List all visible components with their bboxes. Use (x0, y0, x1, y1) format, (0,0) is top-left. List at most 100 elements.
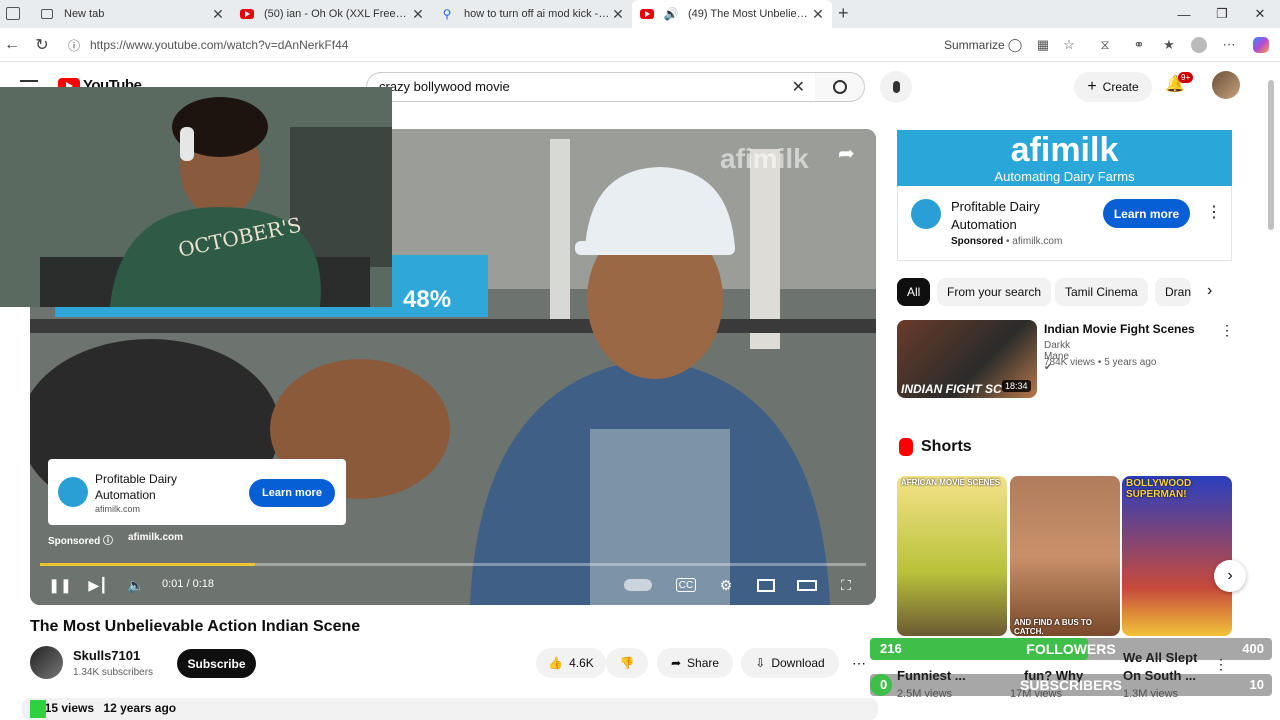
channel-name[interactable]: Skulls7101 (73, 648, 140, 663)
subscribers-label: SUBSCRIBERS (1020, 677, 1122, 693)
recommended-more-icon[interactable]: ⋮ (1220, 322, 1234, 339)
search-input[interactable]: crazy bollywood movie ✕ (366, 72, 816, 102)
streamer-webcam-overlay: OCTOBER'S (0, 87, 392, 307)
ad-banner-title: afimilk (1010, 131, 1119, 169)
short-item[interactable]: AND FIND A BUS TO CATCH. (1010, 476, 1120, 636)
browser-tab-bar: New tab ✕ (50) ian - Oh Ok (XXL Freestyl… (0, 0, 1280, 28)
close-icon[interactable]: ✕ (210, 6, 226, 23)
clear-search-icon[interactable]: ✕ (792, 77, 805, 97)
more-actions-icon[interactable]: ⋯ (852, 655, 866, 672)
dislike-button[interactable]: 👎 (606, 648, 648, 678)
download-button[interactable]: ⇩ Download (741, 648, 839, 678)
thumbs-down-icon: 👎 (619, 656, 635, 670)
shorts-next-button[interactable]: › (1214, 560, 1246, 592)
chip-all[interactable]: All (897, 278, 931, 306)
refresh-icon[interactable]: ↻ (30, 33, 54, 57)
voice-search-button[interactable] (880, 71, 912, 103)
sidebar-ad-more-icon[interactable]: ⋮ (1206, 202, 1222, 222)
sponsored-label: Sponsored ⓘ (48, 532, 113, 547)
copilot-icon[interactable] (1252, 36, 1270, 54)
autoplay-toggle[interactable] (622, 575, 654, 595)
restore-icon[interactable]: ❐ (1202, 0, 1242, 28)
new-tab-button[interactable]: + (838, 3, 849, 24)
subscribe-button[interactable]: Subscribe (177, 649, 256, 678)
channel-subscriber-count: 1.34K subscribers (73, 667, 154, 678)
tab-label: (49) The Most Unbelievable (688, 8, 810, 20)
pause-icon[interactable]: ❚❚ (48, 575, 71, 595)
favorites-icon[interactable]: ★ (1160, 36, 1178, 54)
next-icon[interactable]: ▶┃ (88, 575, 108, 595)
like-button[interactable]: 👍 4.6K (536, 648, 606, 678)
subscribers-goal-bar: 0 SUBSCRIBERS 10 (870, 674, 1272, 696)
short-thumbnail-text: AFRICAN MOVIE SCENES (901, 478, 1001, 487)
subscribers-current: 0 (880, 677, 888, 692)
tab-youtube-freestyle[interactable]: (50) ian - Oh Ok (XXL Freestyle Ci ✕ (232, 0, 432, 28)
search-button[interactable] (815, 72, 865, 102)
close-icon[interactable]: ✕ (610, 6, 626, 23)
view-count: 315 views (38, 701, 95, 715)
volume-icon[interactable]: 🔈 (126, 575, 146, 595)
search-input-value: crazy bollywood movie (379, 79, 510, 94)
url-field[interactable]: https://www.youtube.com/watch?v=dAnNerkF… (90, 38, 348, 52)
chips-next-icon[interactable]: › (1207, 282, 1212, 300)
speaker-icon[interactable]: 🔊 (664, 7, 679, 21)
afimilk-logo-icon (58, 477, 88, 507)
chip-tamil-cinema[interactable]: Tamil Cinema (1055, 278, 1148, 306)
extensions-icon[interactable]: ⧖ (1096, 36, 1114, 54)
favorite-star-icon[interactable]: ☆ (1060, 36, 1078, 54)
progress-bar[interactable] (40, 563, 866, 566)
tab-new-tab[interactable]: New tab ✕ (32, 0, 232, 28)
sponsored-text: Sponsored (48, 536, 101, 547)
fullscreen-icon[interactable]: ⛶ (836, 575, 856, 595)
video-title: The Most Unbelievable Action Indian Scen… (30, 618, 361, 635)
sidebar-ad-card[interactable]: Profitable Dairy Automation Sponsored • … (897, 186, 1232, 261)
account-avatar[interactable] (1212, 71, 1240, 99)
more-menu-icon[interactable]: ⋯ (1220, 36, 1238, 54)
tab-actions-icon[interactable] (6, 7, 20, 20)
share-arrow-icon[interactable]: ➦ (838, 141, 855, 166)
ad-site: afimilk.com (95, 504, 141, 514)
sidebar-ad-banner[interactable]: afimilk Automating Dairy Farms (897, 130, 1232, 186)
profile-icon[interactable] (1190, 36, 1208, 54)
description-box[interactable]: 315 views 12 years ago (22, 698, 878, 720)
minimize-icon[interactable]: — (1164, 0, 1204, 28)
webcam-feed-image: OCTOBER'S (0, 87, 392, 307)
close-icon[interactable]: ✕ (810, 6, 826, 23)
miniplayer-icon[interactable] (756, 575, 776, 595)
theater-mode-icon[interactable] (796, 575, 818, 595)
recommended-title: Indian Movie Fight Scenes (1044, 322, 1195, 336)
back-icon[interactable]: ← (0, 33, 24, 57)
short-item[interactable]: AFRICAN MOVIE SCENES (897, 476, 1007, 636)
chip-drama[interactable]: Dran (1155, 278, 1191, 306)
short-item[interactable]: BOLLYWOOD SUPERMAN! (1122, 476, 1232, 636)
summarize-icon[interactable]: ◯ (1006, 36, 1024, 54)
settings-gear-icon[interactable]: ⚙ (716, 575, 736, 595)
sponsored-site[interactable]: afimilk.com (128, 532, 183, 543)
channel-avatar[interactable] (30, 646, 63, 679)
sidebar-learn-more-button[interactable]: Learn more (1103, 199, 1190, 228)
captions-icon[interactable]: CC (676, 578, 696, 592)
close-icon[interactable]: ✕ (410, 6, 426, 23)
summarize-button[interactable]: Summarize (944, 38, 1005, 52)
subscribers-goal: 10 (1249, 677, 1264, 692)
thumbnail-text: INDIAN FIGHT SC (901, 382, 1002, 396)
chip-from-your-search[interactable]: From your search (937, 278, 1052, 306)
learn-more-button[interactable]: Learn more (249, 479, 335, 507)
share-button[interactable]: ➦ Share (657, 648, 733, 678)
page-scrollbar[interactable] (1268, 80, 1274, 230)
tab-search[interactable]: ⚲ how to turn off ai mod kick - Sear ✕ (432, 0, 632, 28)
tab-active-video[interactable]: 🔊 (49) The Most Unbelievable ✕ (632, 0, 832, 28)
site-info-icon[interactable]: ⓘ (62, 33, 86, 57)
create-label: Create (1102, 80, 1139, 94)
info-icon[interactable]: ⓘ (103, 536, 113, 547)
window-close-icon[interactable]: ✕ (1240, 0, 1280, 28)
browser-essentials-icon[interactable]: ⚭ (1130, 36, 1148, 54)
split-screen-icon[interactable]: ▦ (1034, 36, 1052, 54)
share-label: Share (687, 656, 720, 670)
recommended-thumbnail[interactable]: INDIAN FIGHT SC 18:34 (897, 320, 1037, 398)
tab-label: (50) ian - Oh Ok (XXL Freestyle Ci (264, 8, 410, 20)
create-button[interactable]: + Create (1074, 72, 1152, 102)
green-overlay-badge (30, 700, 46, 718)
video-percent-text: 48% (403, 286, 452, 313)
overlay-ad-card[interactable]: Profitable Dairy Automation afimilk.com … (48, 459, 346, 525)
